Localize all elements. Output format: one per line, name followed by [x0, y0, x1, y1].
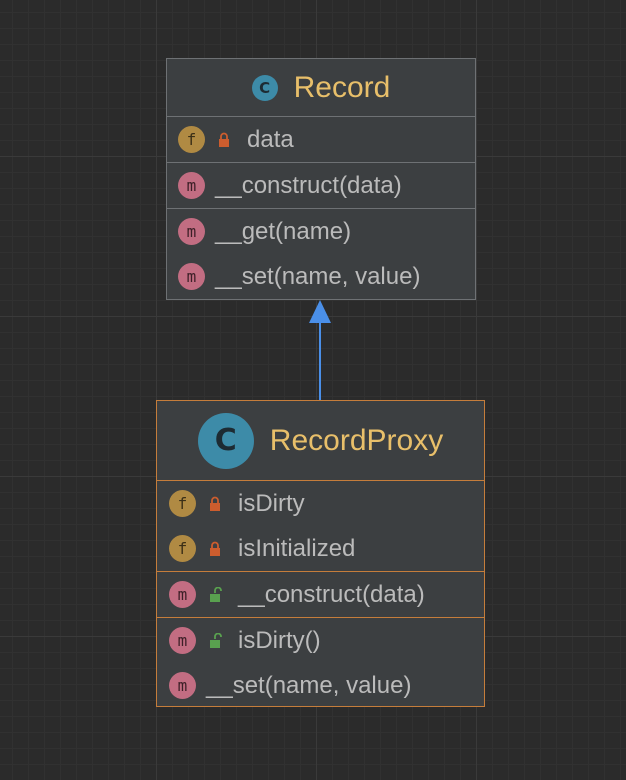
member-row[interactable]: m __set(name, value) — [167, 254, 475, 299]
member-label: isInitialized — [238, 534, 356, 562]
public-unlock-icon — [208, 586, 222, 603]
member-row[interactable]: m __set(name, value) — [157, 663, 484, 708]
member-row[interactable]: f isDirty — [157, 481, 484, 526]
methods-section: m __get(name) m __set(name, value) — [167, 209, 475, 299]
class-icon: C — [197, 412, 254, 469]
member-row[interactable]: f isInitialized — [157, 526, 484, 571]
member-label: __set(name, value) — [215, 262, 421, 290]
class-name: RecordProxy — [269, 423, 444, 457]
constructors-section: m __construct(data) — [167, 163, 475, 209]
private-lock-icon — [217, 132, 231, 148]
member-label: __get(name) — [215, 217, 352, 245]
constructors-section: m __construct(data) — [157, 572, 484, 618]
field-icon: f — [169, 490, 196, 517]
inheritance-arrowhead — [309, 300, 331, 323]
method-icon: m — [169, 581, 196, 608]
method-icon: m — [169, 627, 196, 654]
private-lock-icon — [208, 541, 222, 557]
member-row[interactable]: m isDirty() — [157, 618, 484, 663]
class-icon: C — [251, 74, 278, 101]
field-icon: f — [178, 126, 205, 153]
member-label: __set(name, value) — [206, 671, 412, 699]
member-row[interactable]: m __get(name) — [167, 209, 475, 254]
method-icon: m — [178, 218, 205, 245]
fields-section: f isDirty f isInitialized — [157, 481, 484, 572]
class-header: C Record — [167, 59, 475, 117]
class-node-recordproxy[interactable]: C RecordProxy f isDirty f isInitialized … — [156, 400, 485, 707]
methods-section: m isDirty() m __set(name, value) — [157, 618, 484, 708]
member-label: isDirty() — [238, 626, 321, 654]
method-icon: m — [169, 672, 196, 699]
fields-section: f data — [167, 117, 475, 163]
member-row[interactable]: m __construct(data) — [167, 163, 475, 208]
class-header: C RecordProxy — [157, 401, 484, 481]
member-row[interactable]: f data — [167, 117, 475, 162]
field-icon: f — [169, 535, 196, 562]
private-lock-icon — [208, 496, 222, 512]
member-label: data — [247, 125, 294, 153]
member-row[interactable]: m __construct(data) — [157, 572, 484, 617]
member-label: __construct(data) — [215, 171, 402, 199]
member-label: isDirty — [238, 489, 305, 517]
public-unlock-icon — [208, 632, 222, 649]
method-icon: m — [178, 172, 205, 199]
method-icon: m — [178, 263, 205, 290]
class-node-record[interactable]: C Record f data m __construct(data) m __… — [166, 58, 476, 300]
member-label: __construct(data) — [238, 580, 425, 608]
class-name: Record — [293, 70, 391, 104]
